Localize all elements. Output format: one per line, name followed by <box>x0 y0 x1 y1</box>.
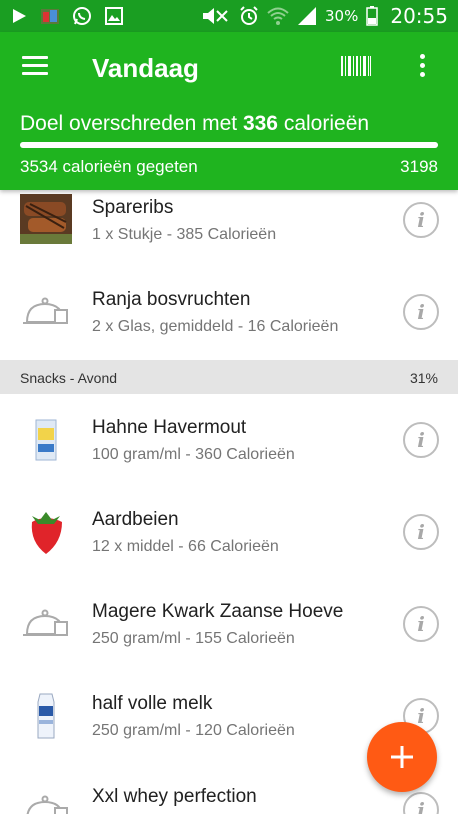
goal-suffix: calorieën <box>278 112 370 135</box>
barcode-scan-icon[interactable] <box>340 54 372 78</box>
info-icon[interactable]: i <box>403 202 439 238</box>
info-icon[interactable]: i <box>403 606 439 642</box>
calorie-progress-bar <box>20 142 438 148</box>
milk-carton-photo <box>20 692 72 742</box>
goal-status: Doel overschreden met 336 calorieën <box>20 112 369 136</box>
toolbar: Vandaag <box>0 32 458 104</box>
battery-percentage: 30% <box>325 7 359 25</box>
calorie-progress-fill <box>20 142 438 148</box>
item-detail: 2 x Glas, gemiddeld - 16 Calorieën <box>92 318 339 335</box>
item-detail: 12 x middel - 66 Calorieën <box>92 538 279 555</box>
item-name: Aardbeien <box>92 509 179 530</box>
calorie-target: 3198 <box>400 157 438 176</box>
info-icon[interactable]: i <box>403 294 439 330</box>
clock: 20:55 <box>390 4 448 28</box>
info-icon[interactable]: i <box>403 792 439 814</box>
section-percentage: 31% <box>409 370 438 386</box>
item-name: Magere Kwark Zaanse Hoeve <box>92 601 344 622</box>
section-title: Snacks - Avond <box>20 370 118 386</box>
photo-icon <box>40 6 60 26</box>
status-bar: 30% 20:55 <box>0 0 458 32</box>
item-name: half volle melk <box>92 693 213 714</box>
oat-package-photo <box>20 416 72 466</box>
item-detail: 100 gram/ml - 360 Calorieën <box>92 446 295 463</box>
wifi-icon <box>267 6 289 26</box>
alarm-icon <box>239 6 259 26</box>
spareribs-photo <box>20 194 72 244</box>
hamburger-menu-icon[interactable] <box>22 56 48 76</box>
meal-section-header: Snacks - Avond 31% <box>0 360 458 394</box>
item-name: Xxl whey perfection <box>92 786 257 807</box>
more-options-icon[interactable] <box>417 54 427 80</box>
list-item[interactable]: Magere Kwark Zaanse Hoeve 250 gram/ml - … <box>0 578 458 670</box>
item-name: Ranja bosvruchten <box>92 289 251 310</box>
list-item[interactable]: Ranja bosvruchten 2 x Glas, gemiddeld - … <box>0 267 458 359</box>
dish-icon <box>20 288 72 338</box>
strawberry-photo <box>20 508 72 558</box>
add-food-button[interactable] <box>367 722 437 792</box>
app-header: Vandaag Doel overschreden met 336 calori… <box>0 32 458 190</box>
item-detail: 250 gram/ml - 120 Calorieën <box>92 722 295 739</box>
list-item[interactable]: Spareribs 1 x Stukje - 385 Calorieën i <box>0 190 458 267</box>
info-icon[interactable]: i <box>403 514 439 550</box>
food-diary-list: Spareribs 1 x Stukje - 385 Calorieën i R… <box>0 190 458 814</box>
page-title: Vandaag <box>92 53 199 83</box>
item-name: Hahne Havermout <box>92 417 247 438</box>
list-item[interactable]: Aardbeien 12 x middel - 66 Calorieën i <box>0 486 458 578</box>
play-icon <box>10 7 28 25</box>
system-icons: 30% 20:55 <box>201 4 448 28</box>
item-name: Spareribs <box>92 197 174 218</box>
list-item[interactable]: Hahne Havermout 100 gram/ml - 360 Calori… <box>0 394 458 486</box>
battery-icon <box>366 6 379 26</box>
dish-icon <box>20 600 72 650</box>
signal-icon <box>297 6 317 26</box>
gallery-icon <box>104 6 124 26</box>
goal-amount: 336 <box>242 112 278 135</box>
item-detail: 1 x Stukje - 385 Calorieën <box>92 226 277 243</box>
dish-icon <box>20 786 72 814</box>
whatsapp-icon <box>72 6 92 26</box>
notification-icons <box>10 6 124 26</box>
info-icon[interactable]: i <box>403 422 439 458</box>
item-detail: 250 gram/ml - 155 Calorieën <box>92 630 295 647</box>
goal-prefix: Doel overschreden met <box>20 112 243 135</box>
plus-icon <box>391 746 413 768</box>
calories-eaten: 3534 calorieën gegeten <box>20 157 198 176</box>
mute-icon <box>201 6 231 26</box>
